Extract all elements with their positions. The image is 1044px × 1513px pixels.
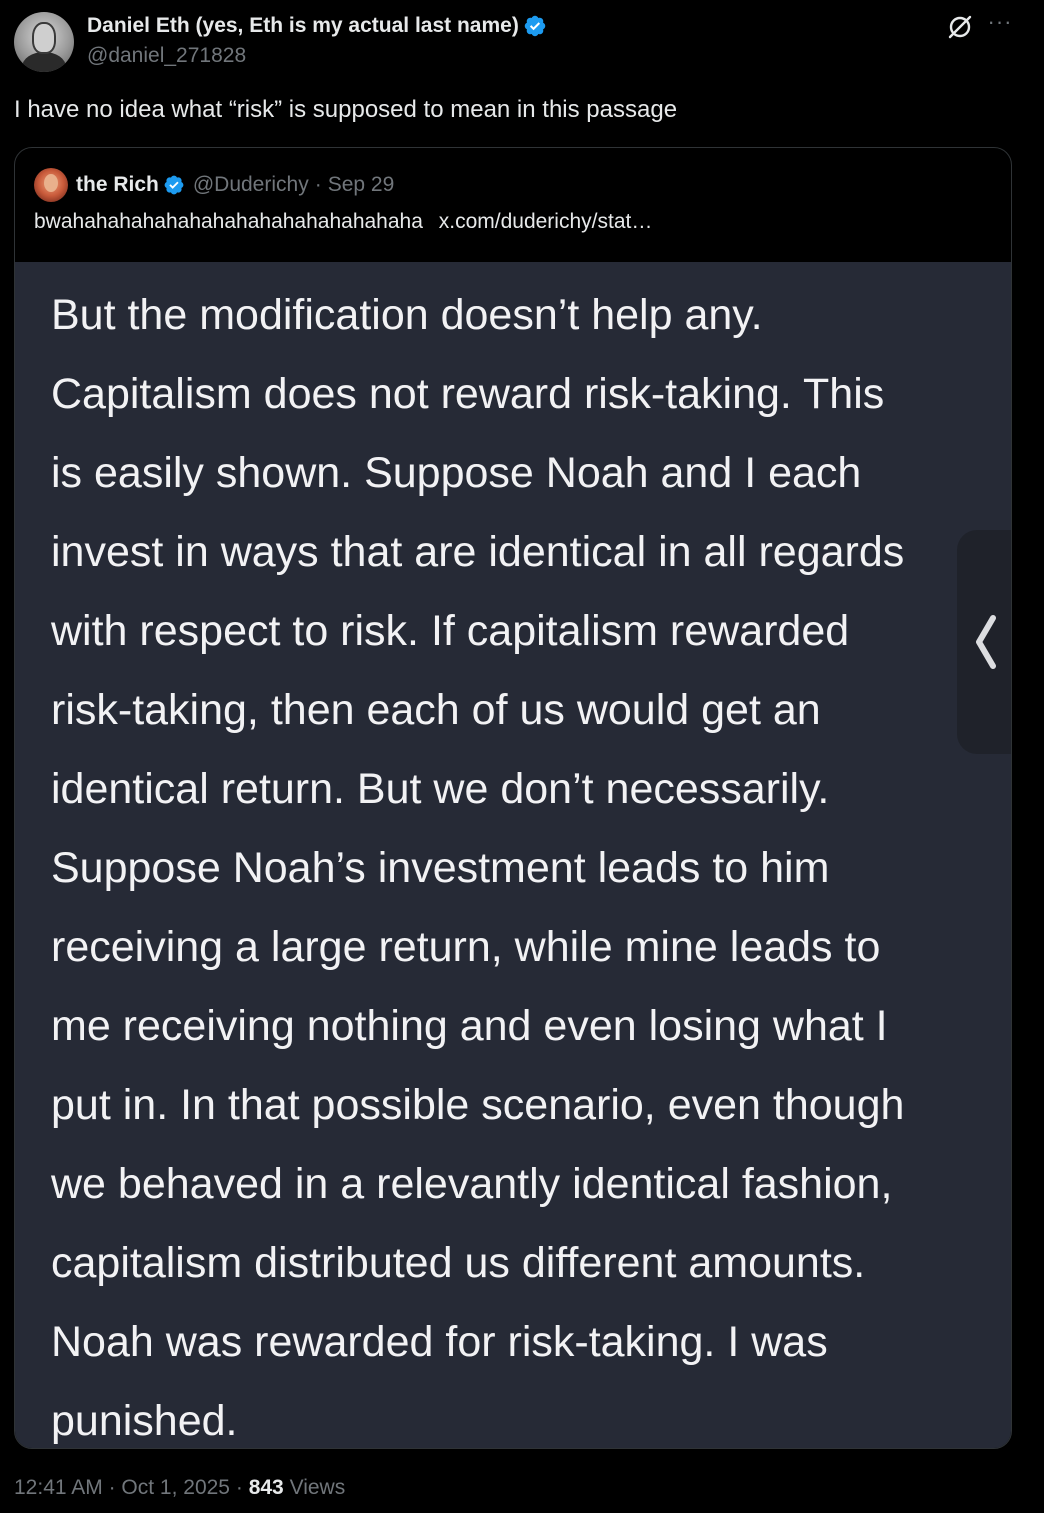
- views-label: Views: [289, 1476, 346, 1499]
- grok-icon[interactable]: [946, 13, 974, 41]
- author-handle[interactable]: @daniel_271828: [87, 44, 246, 68]
- quoted-tweet-image[interactable]: But the modification doesn’t help any. C…: [15, 262, 1011, 1448]
- tweet-time[interactable]: 12:41 AM: [14, 1476, 103, 1499]
- avatar-body: [22, 52, 66, 72]
- verified-badge-icon: [524, 15, 546, 37]
- views-count: 843: [248, 1476, 284, 1499]
- tweet-metadata: 12:41 AM · Oct 1, 2025 · 843 Views: [14, 1476, 345, 1500]
- author-display-name[interactable]: Daniel Eth (yes, Eth is my actual last n…: [87, 14, 547, 38]
- chevron-left-icon: [976, 615, 996, 669]
- author-name-text: Daniel Eth (yes, Eth is my actual last n…: [87, 14, 519, 37]
- tweet-text: I have no idea what “risk” is supposed t…: [14, 96, 678, 123]
- quoted-tweet-date: Sep 29: [327, 173, 395, 196]
- quoted-tweet-body: bwahahahahahahahahahahahahahahaha: [34, 210, 423, 233]
- quoted-tweet-text: bwahahahahahahahahahahahahahahaha x.com/…: [34, 210, 652, 234]
- meta-separator: ·: [108, 1476, 116, 1499]
- image-passage-text: But the modification doesn’t help any. C…: [51, 291, 905, 1445]
- avatar-face: [32, 22, 56, 54]
- quoted-tweet-link[interactable]: x.com/duderichy/stat…: [439, 210, 653, 233]
- quoted-tweet-header: the Rich @Duderichy · Sep 29: [34, 168, 394, 202]
- quoted-author-handle: @Duderichy: [192, 173, 309, 196]
- author-avatar[interactable]: [14, 12, 74, 72]
- header-separator: ·: [314, 173, 322, 196]
- meta-separator: ·: [235, 1476, 243, 1499]
- tweet-page: Daniel Eth (yes, Eth is my actual last n…: [0, 0, 1044, 1513]
- more-options-icon[interactable]: ···: [986, 8, 1014, 36]
- carousel-previous-button[interactable]: [957, 530, 1011, 754]
- verified-badge-icon: [164, 175, 184, 195]
- quoted-author-name: the Rich: [76, 173, 159, 196]
- quoted-author-avatar: [34, 168, 68, 202]
- quoted-tweet-card[interactable]: the Rich @Duderichy · Sep 29 bwahahahaha…: [14, 147, 1012, 1449]
- tweet-date[interactable]: Oct 1, 2025: [121, 1476, 230, 1499]
